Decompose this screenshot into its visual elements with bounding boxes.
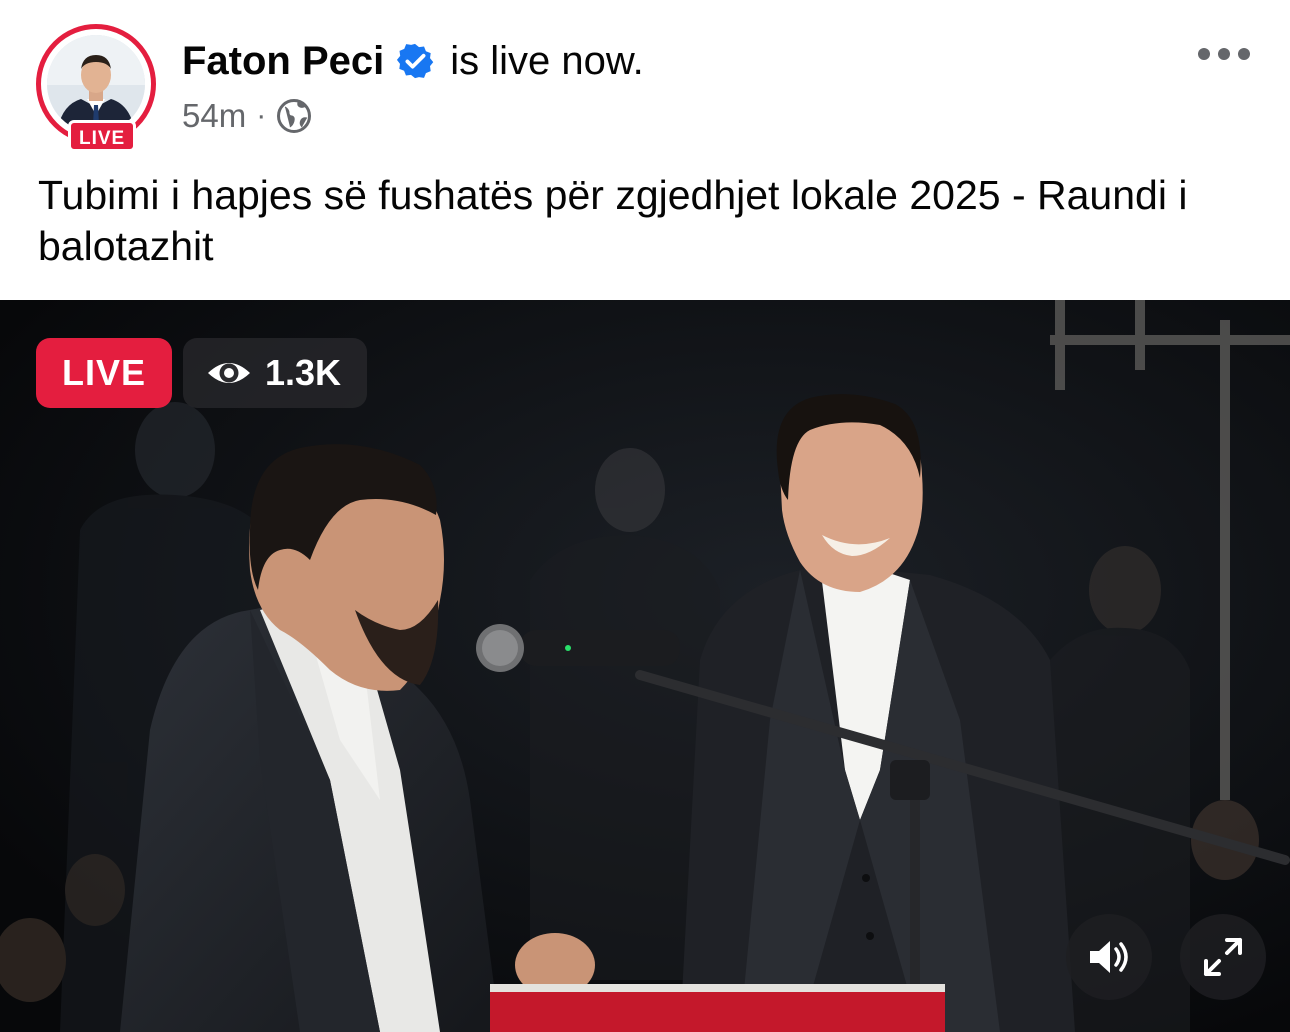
author-avatar[interactable]: LIVE <box>36 24 156 152</box>
timestamp[interactable]: 54m <box>182 97 246 135</box>
author-name[interactable]: Faton Peci <box>182 39 384 84</box>
eye-icon <box>208 363 250 383</box>
globe-icon[interactable] <box>276 98 312 134</box>
verified-badge-icon <box>397 43 434 79</box>
meta-separator: · <box>256 99 267 132</box>
live-badge: LIVE <box>36 338 173 408</box>
viewer-count-value: 1.3K <box>265 352 342 393</box>
viewer-count: 1.3K <box>183 338 368 408</box>
post-header: LIVE Faton Peci is live now. 54m · Tubim… <box>0 0 1290 300</box>
live-video-player[interactable]: LIVE 1.3K <box>0 300 1290 1032</box>
expand-icon <box>1204 938 1242 976</box>
author-line: Faton Peci is live now. <box>182 36 644 86</box>
post-caption: Tubimi i hapjes së fushatës për zgjedhje… <box>38 172 1188 269</box>
speaker-icon <box>1090 941 1128 973</box>
avatar-live-tag: LIVE <box>68 120 137 152</box>
fullscreen-button[interactable] <box>1180 914 1266 1000</box>
live-status-text: is live now. <box>450 38 644 83</box>
post-meta: 54m · <box>182 96 312 136</box>
more-options-icon[interactable] <box>1198 40 1250 68</box>
avatar-photo <box>47 35 145 133</box>
sound-toggle-button[interactable] <box>1066 914 1152 1000</box>
